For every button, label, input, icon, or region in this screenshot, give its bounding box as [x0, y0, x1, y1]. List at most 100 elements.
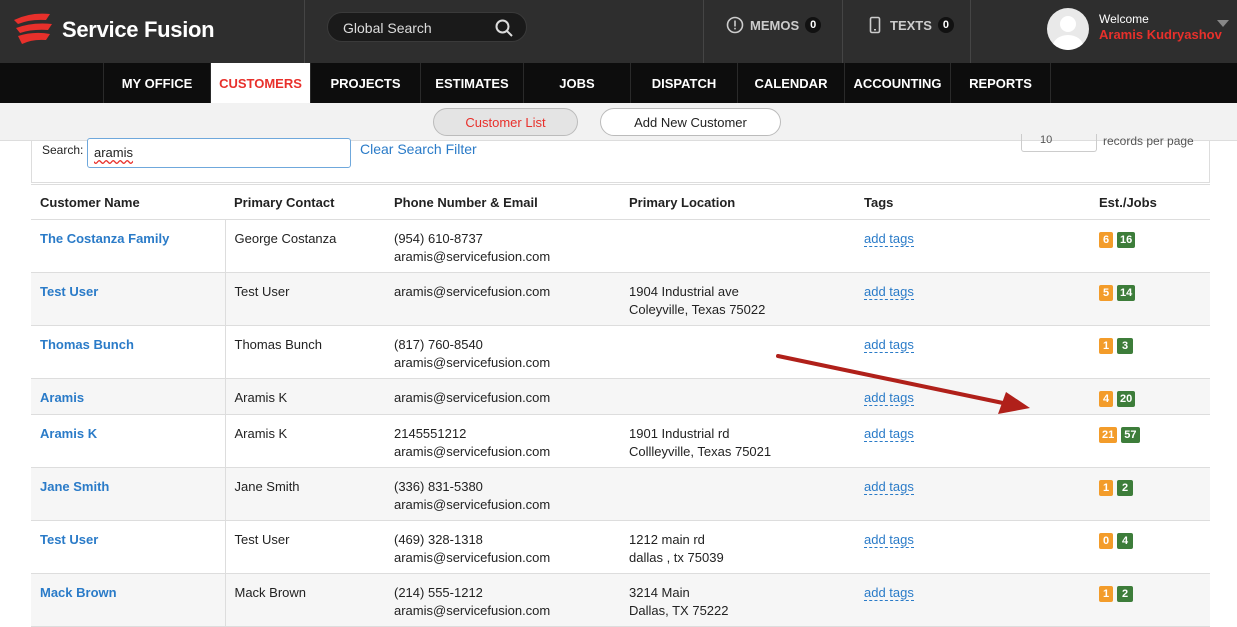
nav-jobs[interactable]: JOBS: [523, 63, 630, 103]
tags-cell: add tags: [855, 414, 1090, 468]
memos-label: MEMOS: [750, 17, 800, 33]
phone-email-cell: aramis@servicefusion.com: [385, 272, 620, 326]
estimates-count-badge[interactable]: 4: [1099, 391, 1113, 407]
jobs-count-badge[interactable]: 2: [1117, 586, 1133, 602]
primary-contact: George Costanza: [225, 219, 385, 273]
nav-estimates[interactable]: ESTIMATES: [420, 63, 523, 103]
nav-reports[interactable]: REPORTS: [950, 63, 1051, 103]
estimates-count-badge[interactable]: 0: [1099, 533, 1113, 549]
brand-logo[interactable]: Service Fusion: [10, 8, 300, 52]
column-header-est-jobs[interactable]: Est./Jobs: [1090, 184, 1210, 220]
jobs-count-badge[interactable]: 4: [1117, 533, 1133, 549]
nav-projects[interactable]: PROJECTS: [310, 63, 420, 103]
nav-customers[interactable]: CUSTOMERS: [210, 63, 310, 103]
location-street: 3214 Main: [629, 585, 690, 600]
divider: [970, 0, 971, 63]
email: aramis@servicefusion.com: [394, 249, 551, 264]
column-header-phone-email[interactable]: Phone Number & Email: [385, 184, 620, 220]
customer-name-link[interactable]: Thomas Bunch: [31, 325, 226, 379]
table-row[interactable]: Jane Smith Jane Smith (336) 831-5380 aram…: [31, 467, 1210, 521]
column-header-tags[interactable]: Tags: [855, 184, 1090, 220]
email: aramis@servicefusion.com: [394, 603, 551, 618]
customer-search-input[interactable]: aramis: [87, 138, 351, 168]
texts-button[interactable]: TEXTS 0: [866, 16, 954, 34]
phone-email-cell: (954) 610-8737 aramis@servicefusion.com: [385, 219, 620, 273]
jobs-count-badge[interactable]: 2: [1117, 480, 1133, 496]
add-tags-link[interactable]: add tags: [864, 284, 914, 300]
primary-contact: Thomas Bunch: [225, 325, 385, 379]
add-tags-link[interactable]: add tags: [864, 585, 914, 601]
top-bar: Service Fusion Global Search MEMOS 0 TEX…: [0, 0, 1237, 63]
estimates-count-badge[interactable]: 5: [1099, 285, 1113, 301]
column-header-customer-name[interactable]: Customer Name: [31, 184, 225, 220]
service-fusion-logo-icon: [14, 13, 52, 44]
jobs-count-badge[interactable]: 3: [1117, 338, 1133, 354]
estimates-count-badge[interactable]: 1: [1099, 480, 1113, 496]
tags-cell: add tags: [855, 378, 1090, 415]
customer-name-link[interactable]: Mack Brown: [31, 573, 226, 627]
add-tags-link[interactable]: add tags: [864, 337, 914, 353]
tags-cell: add tags: [855, 325, 1090, 379]
jobs-count-badge[interactable]: 20: [1117, 391, 1136, 407]
user-name-link[interactable]: Aramis Kudryashov: [1099, 27, 1222, 42]
tags-cell: add tags: [855, 219, 1090, 273]
jobs-count-badge[interactable]: 14: [1117, 285, 1136, 301]
nav-dispatch[interactable]: DISPATCH: [630, 63, 737, 103]
add-tags-link[interactable]: add tags: [864, 479, 914, 495]
nav-my-office[interactable]: MY OFFICE: [103, 63, 210, 103]
estimates-count-badge[interactable]: 1: [1099, 338, 1113, 354]
nav-calendar[interactable]: CALENDAR: [737, 63, 844, 103]
primary-location-cell: 1212 main rd dallas , tx 75039: [620, 520, 855, 574]
column-header-primary-contact[interactable]: Primary Contact: [225, 184, 385, 220]
user-menu-chevron-down-icon[interactable]: [1217, 20, 1229, 27]
phone-email-cell: (336) 831-5380 aramis@servicefusion.com: [385, 467, 620, 521]
jobs-count-badge[interactable]: 16: [1117, 232, 1136, 248]
customer-name-link[interactable]: Test User: [31, 272, 226, 326]
estimates-count-badge[interactable]: 1: [1099, 586, 1113, 602]
table-row[interactable]: Test User Test User aramis@servicefusion…: [31, 272, 1210, 326]
records-per-page-select[interactable]: 10: [1021, 134, 1097, 152]
add-tags-link[interactable]: add tags: [864, 390, 914, 406]
phone-number: aramis@servicefusion.com: [394, 284, 551, 299]
table-row[interactable]: Mack Brown Mack Brown (214) 555-1212 aram…: [31, 573, 1210, 627]
welcome-text: Welcome: [1099, 12, 1149, 26]
est-jobs-cell: 6 16: [1090, 219, 1210, 273]
customer-name-link[interactable]: Aramis: [31, 378, 226, 415]
customer-name-link[interactable]: Aramis K: [31, 414, 226, 468]
jobs-count-badge[interactable]: 57: [1121, 427, 1140, 443]
customer-name-link[interactable]: The Costanza Family: [31, 219, 226, 273]
add-tags-link[interactable]: add tags: [864, 426, 914, 442]
location-city: Collleyville, Texas 75021: [629, 444, 772, 459]
phone-email-cell: (214) 555-1212 aramis@servicefusion.com: [385, 573, 620, 627]
table-row[interactable]: Test User Test User (469) 328-1318 aramis…: [31, 520, 1210, 574]
add-tags-link[interactable]: add tags: [864, 532, 914, 548]
table-row[interactable]: Thomas Bunch Thomas Bunch (817) 760-8540…: [31, 325, 1210, 379]
nav-accounting[interactable]: ACCOUNTING: [844, 63, 950, 103]
phone-number: (214) 555-1212: [394, 585, 483, 600]
email: aramis@servicefusion.com: [394, 497, 551, 512]
texts-count-badge: 0: [937, 17, 954, 33]
avatar[interactable]: [1047, 8, 1089, 50]
estimates-count-badge[interactable]: 21: [1099, 427, 1118, 443]
table-row[interactable]: Aramis Aramis K aramis@servicefusion.com…: [31, 378, 1210, 415]
memos-button[interactable]: MEMOS 0: [726, 16, 822, 34]
customer-list-button[interactable]: Customer List: [433, 108, 578, 136]
estimates-count-badge[interactable]: 6: [1099, 232, 1113, 248]
tags-cell: add tags: [855, 272, 1090, 326]
table-row[interactable]: The Costanza Family George Costanza (954…: [31, 219, 1210, 273]
add-new-customer-button[interactable]: Add New Customer: [600, 108, 781, 136]
table-row[interactable]: Aramis K Aramis K 2145551212 aramis@servi…: [31, 414, 1210, 468]
customer-search-value: aramis: [94, 145, 134, 160]
clear-search-filter-link[interactable]: Clear Search Filter: [360, 141, 477, 157]
location-city: Coleyville, Texas 75022: [629, 302, 766, 317]
search-label: Search:: [42, 143, 84, 157]
search-icon[interactable]: [494, 18, 514, 38]
location-city: Dallas, TX 75222: [629, 603, 729, 618]
customer-name-link[interactable]: Test User: [31, 520, 226, 574]
global-search[interactable]: Global Search: [327, 12, 527, 42]
primary-location-cell: [620, 219, 855, 273]
customer-name-link[interactable]: Jane Smith: [31, 467, 226, 521]
column-header-primary-location[interactable]: Primary Location: [620, 184, 855, 220]
global-search-placeholder: Global Search: [343, 20, 432, 36]
add-tags-link[interactable]: add tags: [864, 231, 914, 247]
